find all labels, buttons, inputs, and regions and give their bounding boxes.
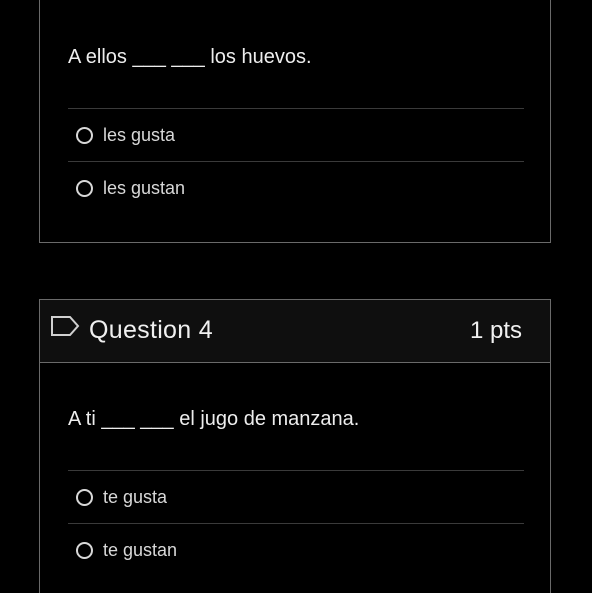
answer-option[interactable]: te gustan [68, 524, 524, 576]
flag-outline-icon[interactable] [50, 315, 80, 337]
answer-label: te gusta [103, 486, 168, 507]
question-points: 1 pts [469, 317, 522, 344]
radio-button[interactable] [76, 126, 93, 144]
answer-option[interactable]: les gusta [68, 109, 524, 161]
radio-button[interactable] [76, 179, 93, 197]
answer-label: les gustan [103, 177, 186, 198]
answer-label: les gusta [103, 124, 176, 145]
answer-option[interactable]: les gustan [68, 162, 524, 214]
answer-label: te gustan [103, 539, 178, 560]
question-header: Question 4 1 pts [40, 300, 550, 363]
answer-option[interactable]: te gusta [68, 471, 524, 523]
quiz-page: A ellos ___ ___ los huevos. les gusta le… [0, 0, 592, 593]
question-card-4: Question 4 1 pts A ti ___ ___ el jugo de… [39, 299, 551, 593]
radio-button[interactable] [76, 488, 93, 506]
question-card-3: A ellos ___ ___ los huevos. les gusta le… [39, 0, 551, 243]
radio-button[interactable] [76, 541, 93, 559]
question-title: Question 4 [89, 316, 213, 344]
question-prompt: A ti ___ ___ el jugo de manzana. [68, 408, 360, 430]
question-prompt: A ellos ___ ___ los huevos. [68, 46, 312, 68]
